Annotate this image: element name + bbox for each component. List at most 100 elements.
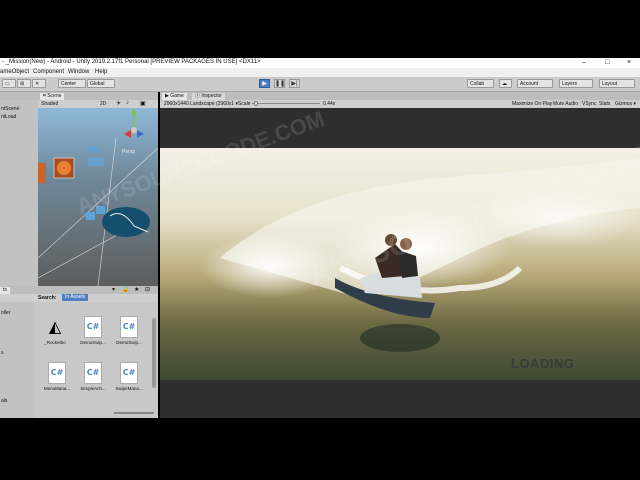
account-label: Account (520, 81, 539, 87)
menu-component[interactable]: Component (33, 69, 64, 75)
persp-label: Persp (122, 149, 135, 155)
tab-game[interactable]: ▶ Game (162, 93, 187, 100)
asset-label: _Rocketbo (44, 340, 66, 345)
stats-toggle[interactable]: Stats (599, 101, 610, 107)
collab-dropdown[interactable]: Collab (467, 79, 494, 88)
hierarchy-item[interactable]: ntScene (1, 106, 19, 112)
search-label: Search: (38, 295, 57, 301)
menu-gameobject[interactable]: ameObject (0, 69, 29, 75)
scene-tab-label: Scene (47, 93, 62, 99)
toolbar: ▭ ⊞ ✕ Center Global ▶ ❚❚ ▶| Collab ☁ Acc… (0, 77, 640, 92)
menu-bar: ameObject Component Window Help (0, 68, 640, 77)
close-button[interactable]: × (627, 58, 631, 68)
menu-help[interactable]: Help (95, 69, 107, 75)
cloud-icon[interactable]: ☁ (499, 79, 512, 88)
pause-button[interactable]: ❚❚ (274, 79, 285, 88)
layers-label: Layers (562, 81, 578, 87)
star-icon[interactable]: ★ (134, 286, 139, 293)
effects-icon[interactable]: ▣ (140, 100, 146, 107)
resolution-dropdown[interactable]: 2960x1440 Landscape (2960x1 ▾ (164, 101, 238, 107)
scale-slider-thumb[interactable] (254, 101, 258, 106)
maximize-on-play-toggle[interactable]: Maximize On Play (512, 101, 552, 107)
csharp-script-icon: C# (48, 362, 66, 384)
hierarchy-panel: ntScene ntLoad (0, 100, 38, 286)
transform-tool-icon[interactable]: ⊞ (17, 79, 31, 88)
create-icon[interactable]: ▾ (112, 286, 115, 293)
scale-label: Scale (238, 101, 251, 107)
count-icon: ⊟ (145, 287, 151, 293)
step-button[interactable]: ▶| (289, 79, 300, 88)
tree-item[interactable]: s (1, 350, 4, 356)
audio-icon[interactable]: ♪ (126, 100, 129, 106)
mute-audio-toggle[interactable]: Mute Audio (553, 101, 578, 107)
account-dropdown[interactable]: Account (517, 79, 553, 88)
custom-tool-icon[interactable]: ✕ (32, 79, 46, 88)
game-tab-label: Game (170, 93, 184, 99)
csharp-script-icon: C# (120, 316, 138, 338)
project-scrollbar[interactable] (152, 318, 156, 388)
scene-object (102, 207, 150, 237)
gizmos-dropdown[interactable]: Gizmos ▾ (615, 101, 636, 107)
tab-project[interactable]: ts (0, 287, 10, 294)
project-asset-grid: ◭ _Rocketbo C# DemoSwip... C# DemoSwip..… (34, 302, 158, 418)
tree-item[interactable]: oller (1, 310, 10, 316)
loading-text: LOADING (511, 356, 575, 371)
scene-object (88, 158, 104, 166)
layout-dropdown[interactable]: Layout (599, 79, 635, 88)
asset-label: SwipeMana... (115, 386, 143, 391)
game-toolbar: 2960x1440 Landscape (2960x1 ▾ Scale 0.44… (160, 100, 640, 108)
project-tree: oller s als (0, 302, 34, 418)
scene-toolbar: Shaded 2D ☀ ♪ ▣ (38, 100, 158, 108)
asset-item[interactable]: C# DemoSwip... (76, 314, 110, 354)
minimize-button[interactable]: – (582, 58, 586, 68)
game-tab-bar: ▶ Game ⓘ Inspector (160, 92, 640, 100)
rect-tool-icon[interactable]: ▭ (2, 79, 16, 88)
pivot-toggle[interactable]: Center (58, 79, 86, 88)
vsync-toggle[interactable]: VSync (582, 101, 596, 107)
menu-window[interactable]: Window (68, 69, 89, 75)
project-search-bar: Search: In Assets (0, 294, 158, 302)
layers-dropdown[interactable]: Layers (559, 79, 593, 88)
asset-item[interactable]: C# MenuMana... (40, 360, 74, 400)
project-tab-bar: ts ▾ 🔒 ★ ⊟ (0, 286, 158, 294)
lock-icon[interactable]: 🔒 (122, 286, 129, 293)
unity-scene-icon: ◭ (48, 317, 62, 336)
scene-object (38, 163, 46, 183)
scale-slider[interactable] (252, 103, 320, 104)
asset-item[interactable]: C# SwipeMana... (112, 360, 146, 400)
asset-label: DemoSwip... (80, 340, 106, 345)
scene-tab-bar: ⌗ Scene (0, 92, 158, 100)
2d-toggle[interactable]: 2D (100, 101, 106, 107)
asset-item[interactable]: C# SimpleAch... (76, 360, 110, 400)
shading-dropdown[interactable]: Shaded (41, 101, 58, 107)
csharp-script-icon: C# (84, 362, 102, 384)
title-bar: - _Mission(New) - Android - Unity 2019.2… (0, 58, 640, 68)
asset-label: SimpleAch... (80, 386, 106, 391)
space-label: Global (90, 81, 105, 87)
tab-inspector[interactable]: ⓘ Inspector (192, 93, 225, 100)
scene-gizmo-icon[interactable] (124, 108, 144, 138)
search-scope-tab[interactable]: In Assets (62, 294, 89, 301)
asset-item[interactable]: ◭ _Rocketbo (38, 314, 72, 354)
scale-value: 0.44x (323, 101, 336, 107)
play-button[interactable]: ▶ (259, 79, 270, 88)
maximize-button[interactable]: □ (605, 58, 609, 68)
collab-label: Collab (470, 81, 485, 87)
csharp-script-icon: C# (84, 316, 102, 338)
zoom-slider[interactable] (114, 412, 154, 414)
csharp-script-icon: C# (120, 362, 138, 384)
space-toggle[interactable]: Global (87, 79, 115, 88)
pivot-label: Center (61, 81, 77, 87)
light-icon[interactable]: ☀ (116, 100, 121, 107)
scene-object (88, 146, 100, 152)
layout-label: Layout (602, 81, 618, 87)
asset-label: MenuMana... (43, 386, 71, 391)
asset-label: DemoSwip... (116, 340, 142, 345)
inspector-tab-label: Inspector (201, 93, 222, 99)
tree-item[interactable]: als (1, 398, 7, 404)
window-title: - _Mission(New) - Android - Unity 2019.2… (2, 59, 261, 65)
hierarchy-item[interactable]: ntLoad (1, 114, 16, 120)
tab-scene[interactable]: ⌗ Scene (40, 93, 65, 100)
scene-object (57, 161, 71, 175)
asset-item[interactable]: C# DemoSwip... (112, 314, 146, 354)
